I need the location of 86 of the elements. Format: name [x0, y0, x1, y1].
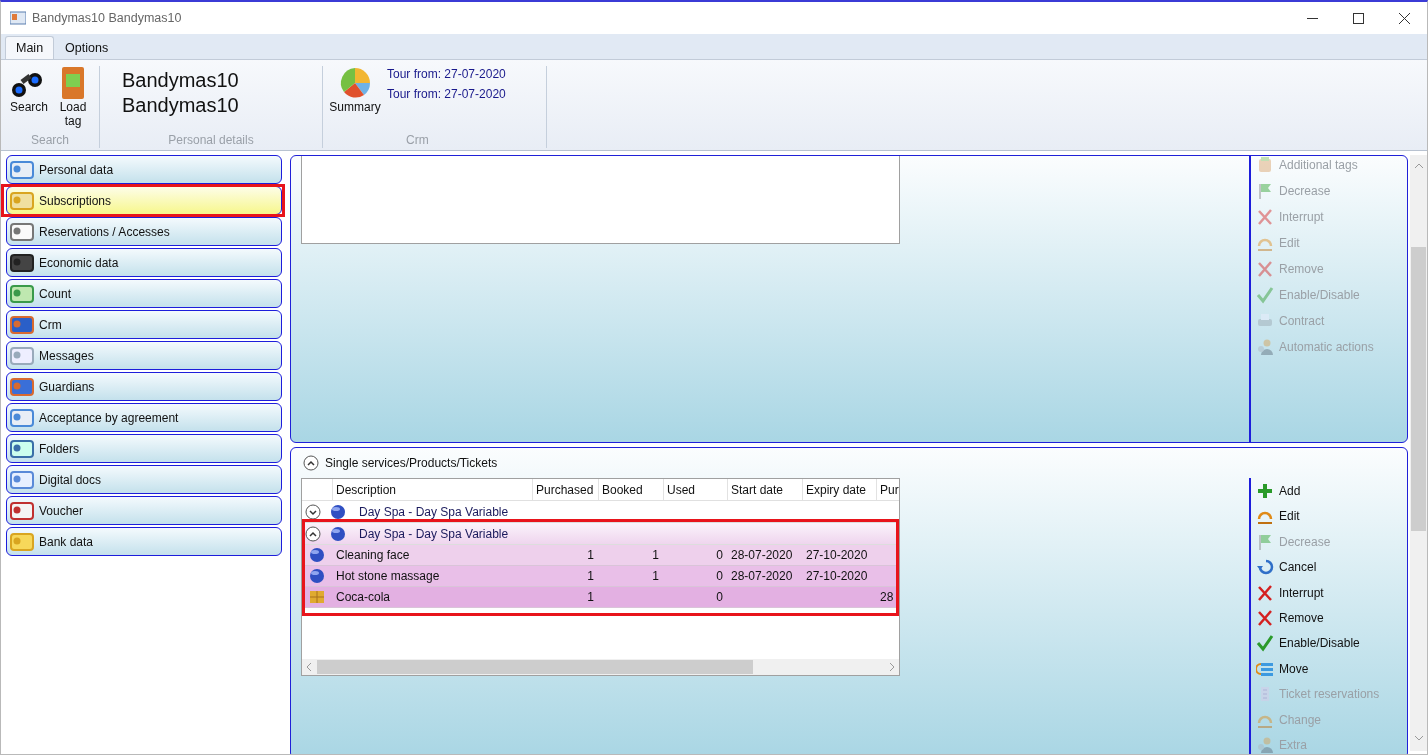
table-cell-text: 27-10-2020	[805, 548, 869, 562]
undo-icon	[1256, 558, 1274, 577]
collapse-icon[interactable]	[305, 525, 321, 542]
ribbon-tab[interactable]: Options	[54, 36, 120, 59]
maximize-icon[interactable]	[1352, 12, 1364, 24]
table-cell-text: 0	[715, 590, 724, 604]
sidebar-item[interactable]: Economic data	[6, 248, 282, 277]
sidebar-item[interactable]: Crm	[6, 310, 282, 339]
action-button[interactable]: Add	[1251, 478, 1407, 504]
collapse-icon[interactable]	[303, 455, 319, 471]
action-button[interactable]: Edit	[1251, 503, 1407, 529]
person-name: Bandymas10	[122, 68, 239, 93]
sidebar-item[interactable]: Acceptance by agreement	[6, 403, 282, 432]
check-icon	[1256, 286, 1274, 304]
sidebar-item[interactable]: Guardians	[6, 372, 282, 401]
action-button[interactable]: Interrupt	[1251, 579, 1407, 606]
action-button[interactable]: Enable/Disable	[1251, 630, 1407, 657]
section-title: Single services/Products/Tickets	[325, 456, 498, 470]
table-row[interactable]: Hot stone massage 1 1 0 28-07-2020 27-10-2020	[302, 566, 899, 587]
sidebar-item[interactable]: Count	[6, 279, 282, 308]
ball-icon	[308, 546, 326, 564]
table-cell-text: 0	[715, 569, 724, 583]
table-cell-text: Coca-cola	[335, 590, 392, 604]
sidebar-item[interactable]: Bank data	[6, 527, 282, 556]
sidebar-item[interactable]: Personal data	[6, 155, 282, 184]
minimize-icon[interactable]	[1306, 16, 1318, 20]
flag-icon	[1256, 532, 1274, 551]
group-row[interactable]: Day Spa - Day Spa Variable	[302, 523, 899, 545]
column-header[interactable]: Pur	[876, 479, 899, 500]
table-cell-text: 1	[651, 569, 660, 583]
sidebar-item[interactable]: Messages	[6, 341, 282, 370]
table-cell-text: 1	[586, 590, 595, 604]
sidebar-item[interactable]: Reservations / Accesses	[6, 217, 282, 246]
column-header[interactable]: Booked	[598, 479, 663, 500]
app-icon	[10, 11, 26, 25]
table-row[interactable]: Cleaning face 1 1 0 28-07-2020 27-10-2020	[302, 545, 899, 566]
tour-note: Tour from: 27-07-2020	[387, 87, 506, 101]
table-cell-text: 1	[586, 569, 595, 583]
sidebar-item[interactable]: Digital docs	[6, 465, 282, 494]
action-button[interactable]: Move	[1251, 656, 1407, 682]
box-icon	[308, 588, 326, 606]
cross-icon	[1256, 583, 1274, 602]
pie-chart-icon	[338, 66, 372, 100]
table-cell-text: Hot stone massage	[335, 569, 441, 583]
ball-icon	[329, 502, 347, 521]
ribbon-tab[interactable]: Main	[5, 36, 55, 59]
column-header[interactable]: Used	[663, 479, 727, 500]
plus-icon	[1256, 481, 1274, 500]
cross-icon	[1256, 208, 1274, 226]
window-title: Bandymas10 Bandymas10	[32, 11, 182, 25]
column-header[interactable]: Expiry date	[802, 479, 876, 500]
table-cell-text: 1	[651, 548, 660, 562]
tour-note: Tour from: 27-07-2020	[387, 67, 506, 81]
close-icon[interactable]	[1398, 12, 1410, 24]
table-cell-text: 28-07-2020	[730, 569, 794, 583]
table-cell-text: Cleaning face	[335, 548, 411, 562]
column-header[interactable]: Purchased	[532, 479, 598, 500]
check-icon	[1256, 634, 1274, 653]
ribbon-button[interactable]: Summary	[329, 66, 381, 114]
group-caption: Crm	[405, 133, 430, 148]
person-gear-icon	[1256, 736, 1274, 754]
table-cell-text: 28-07-2020	[730, 548, 794, 562]
group-caption: Personal details	[167, 133, 255, 148]
table-cell-text: 28	[879, 590, 895, 604]
person-name: Bandymas10	[122, 93, 239, 118]
column-header[interactable]: Description	[332, 479, 532, 500]
action-button[interactable]: Cancel	[1251, 554, 1407, 580]
book-icon	[59, 66, 87, 100]
ribbon-button[interactable]: Search	[7, 66, 47, 114]
cross-icon	[1256, 609, 1274, 627]
column-header[interactable]: Start date	[727, 479, 802, 500]
table-cell-text: 27-10-2020	[805, 569, 869, 583]
group-caption: Search	[30, 133, 70, 148]
ribbon-button[interactable]: Load tag	[53, 66, 93, 128]
expand-icon[interactable]	[305, 503, 321, 520]
sidebar-item[interactable]: Voucher	[6, 496, 282, 525]
action-button[interactable]: Remove	[1251, 605, 1407, 631]
flag-icon	[1256, 182, 1274, 200]
ball-icon	[329, 524, 347, 543]
person-gear-icon	[1256, 338, 1274, 356]
table-cell-text: 1	[586, 548, 595, 562]
table-row[interactable]: Coca-cola 1 0 28	[302, 587, 899, 608]
table-cell-text: 0	[715, 548, 724, 562]
cross-icon	[1256, 260, 1274, 278]
ball-icon	[308, 567, 326, 585]
sidebar-item[interactable]: Folders	[6, 434, 282, 463]
